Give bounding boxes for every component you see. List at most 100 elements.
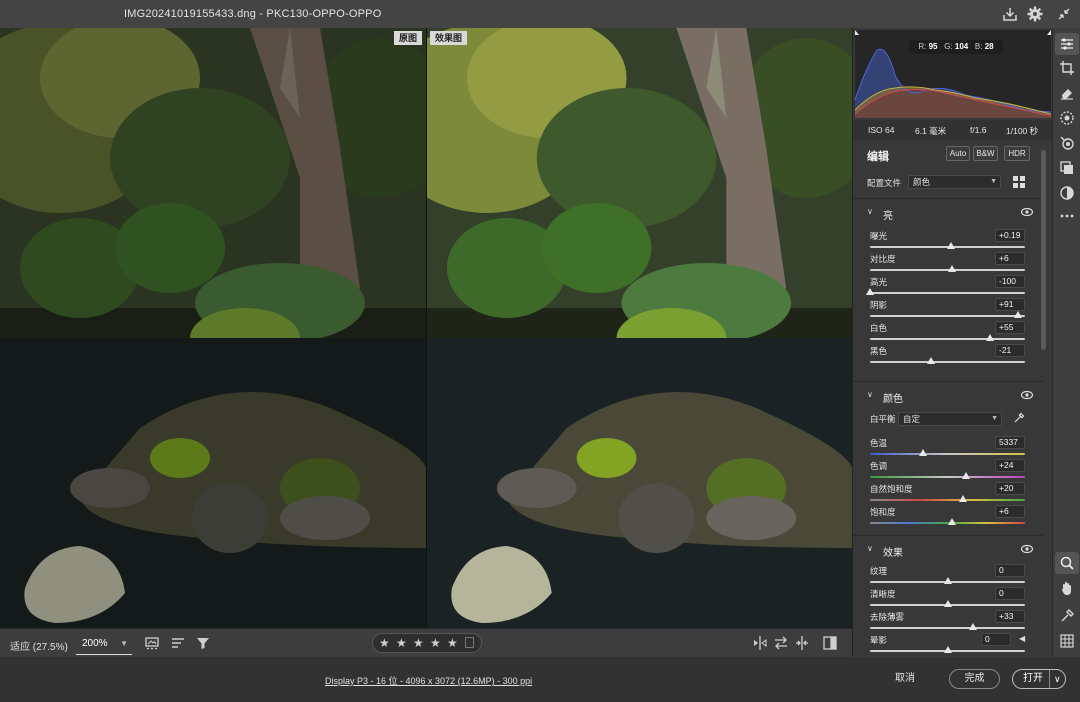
image-viewport[interactable]: 原图 效果图: [0, 28, 852, 628]
snapshots-icon[interactable]: [1059, 185, 1075, 201]
title-bar: IMG20241019155433.dng - PKC130-OPPO-OPPO: [0, 0, 1080, 28]
contrast-row: 对比度 +6: [853, 252, 1043, 275]
rating-star-3[interactable]: ★: [413, 636, 424, 650]
texture-input[interactable]: 0: [995, 564, 1025, 577]
vibrance-input[interactable]: +20: [995, 482, 1025, 495]
shadows-slider-track[interactable]: [870, 315, 1025, 317]
eye-icon[interactable]: [1021, 390, 1033, 400]
red-eye-icon[interactable]: [1059, 135, 1075, 151]
rating-star-2[interactable]: ★: [396, 636, 407, 650]
cancel-button[interactable]: 取消: [895, 669, 915, 689]
temperature-slider-thumb[interactable]: [918, 449, 927, 456]
vignette-input[interactable]: 0: [981, 633, 1011, 646]
blacks-slider-track[interactable]: [870, 361, 1025, 363]
exposure-input[interactable]: +0.19: [995, 229, 1025, 242]
open-button[interactable]: 打开 ∨: [1012, 669, 1066, 689]
vignette-slider-thumb[interactable]: [943, 646, 952, 653]
copy-settings-icon[interactable]: [794, 635, 810, 651]
zoom-select[interactable]: 200% ▼: [76, 633, 132, 655]
clarity-input[interactable]: 0: [995, 587, 1025, 600]
highlights-slider-track[interactable]: [870, 292, 1025, 294]
sort-icon[interactable]: [170, 635, 186, 651]
before-after-icon[interactable]: [752, 635, 768, 651]
rating-star-1[interactable]: ★: [379, 636, 390, 650]
texture-row: 纹理 0: [853, 564, 1043, 587]
before-image: 原图: [0, 28, 426, 628]
vibrance-slider-thumb[interactable]: [959, 495, 967, 502]
masking-icon[interactable]: [1059, 110, 1075, 126]
exposure-slider-thumb[interactable]: [946, 242, 955, 249]
eraser-icon[interactable]: [1059, 85, 1075, 101]
color-header[interactable]: ∨ 颜色: [853, 382, 1043, 408]
trash-icon[interactable]: [465, 637, 474, 648]
workflow-options-link[interactable]: Display P3 - 16 位 - 4096 x 3072 (12.6MP)…: [325, 674, 532, 687]
shadows-input[interactable]: +91: [995, 298, 1025, 311]
bw-button[interactable]: B&W: [973, 146, 998, 161]
tint-input[interactable]: +24: [995, 459, 1025, 472]
tint-slider-track[interactable]: [870, 476, 1025, 478]
hdr-button[interactable]: HDR: [1004, 146, 1030, 161]
auto-button[interactable]: Auto: [946, 146, 970, 161]
clarity-slider-thumb[interactable]: [943, 600, 952, 607]
dehaze-input[interactable]: +33: [995, 610, 1025, 623]
eye-icon[interactable]: [1021, 207, 1033, 217]
chevron-down-icon: ∨: [867, 544, 873, 553]
view-toolbar: 适应 (27.5%) 200% ▼ ★ ★ ★ ★ ★: [0, 628, 852, 657]
texture-slider-thumb[interactable]: [943, 577, 952, 584]
rating-star-5[interactable]: ★: [447, 636, 458, 650]
highlights-input[interactable]: -100: [995, 275, 1025, 288]
fit-zoom-label[interactable]: 适应 (27.5%): [10, 638, 68, 653]
profile-select[interactable]: 颜色 ▼: [908, 175, 1001, 189]
profile-browser-icon[interactable]: [1013, 176, 1025, 188]
filmstrip-icon[interactable]: [144, 635, 160, 651]
presets-icon[interactable]: [1059, 160, 1075, 176]
chevron-down-icon: ∨: [867, 390, 873, 399]
tint-slider-thumb[interactable]: [962, 472, 971, 479]
dehaze-slider-track[interactable]: [870, 627, 1025, 629]
effects-section: ∨ 效果 纹理 0 清晰度 0 去除薄雾 +33 晕影 0 ◀: [853, 535, 1043, 657]
highlights-slider-thumb[interactable]: [866, 288, 874, 295]
temperature-slider-track[interactable]: [870, 453, 1025, 455]
vibrance-slider-track[interactable]: [870, 499, 1025, 501]
color-sampler-icon[interactable]: [1059, 608, 1075, 624]
zoom-tool-icon[interactable]: [1055, 552, 1079, 574]
eyedropper-icon[interactable]: [1013, 412, 1025, 424]
saturation-slider-thumb[interactable]: [948, 518, 957, 525]
rating-stars[interactable]: ★ ★ ★ ★ ★: [372, 633, 482, 653]
dehaze-slider-thumb[interactable]: [969, 623, 978, 630]
blacks-input[interactable]: -21: [995, 344, 1025, 357]
filter-icon[interactable]: [195, 635, 211, 651]
chevron-down-icon[interactable]: ∨: [1054, 670, 1061, 688]
grid-icon[interactable]: [1059, 633, 1075, 649]
eye-icon[interactable]: [1021, 544, 1033, 554]
effects-header[interactable]: ∨ 效果: [853, 536, 1043, 562]
edit-header: 编辑 Auto B&W HDR: [853, 141, 1052, 167]
shadows-slider-thumb[interactable]: [1014, 311, 1023, 318]
before-label: 原图: [393, 31, 422, 45]
edit-tool-icon[interactable]: [1055, 33, 1079, 55]
saturation-input[interactable]: +6: [995, 505, 1025, 518]
more-icon[interactable]: [1059, 208, 1075, 224]
rating-star-4[interactable]: ★: [430, 636, 441, 650]
light-header[interactable]: ∨ 亮: [853, 199, 1043, 225]
white-balance-select[interactable]: 自定 ▼: [898, 412, 1002, 426]
blacks-slider-thumb[interactable]: [927, 357, 936, 364]
contrast-input[interactable]: +6: [995, 252, 1025, 265]
whites-input[interactable]: +55: [995, 321, 1025, 334]
split-view-icon[interactable]: [822, 635, 838, 651]
caret-left-icon[interactable]: ◀: [1019, 634, 1025, 643]
save-image-icon[interactable]: [1001, 5, 1019, 23]
collapse-icon[interactable]: [1055, 5, 1073, 23]
swap-icon[interactable]: [773, 635, 789, 651]
whites-slider-track[interactable]: [870, 338, 1025, 340]
hand-icon[interactable]: [1059, 580, 1075, 596]
done-button[interactable]: 完成: [949, 669, 1000, 689]
crop-icon[interactable]: [1059, 60, 1075, 76]
panel-scrollbar[interactable]: [1041, 150, 1046, 350]
gear-icon[interactable]: [1026, 5, 1044, 23]
contrast-slider-thumb[interactable]: [948, 265, 957, 272]
whites-slider-thumb[interactable]: [986, 334, 995, 341]
zoom-value: 200%: [82, 638, 108, 649]
temperature-input[interactable]: 5337: [995, 436, 1025, 449]
profile-row: 配置文件 颜色 ▼: [853, 171, 1052, 193]
